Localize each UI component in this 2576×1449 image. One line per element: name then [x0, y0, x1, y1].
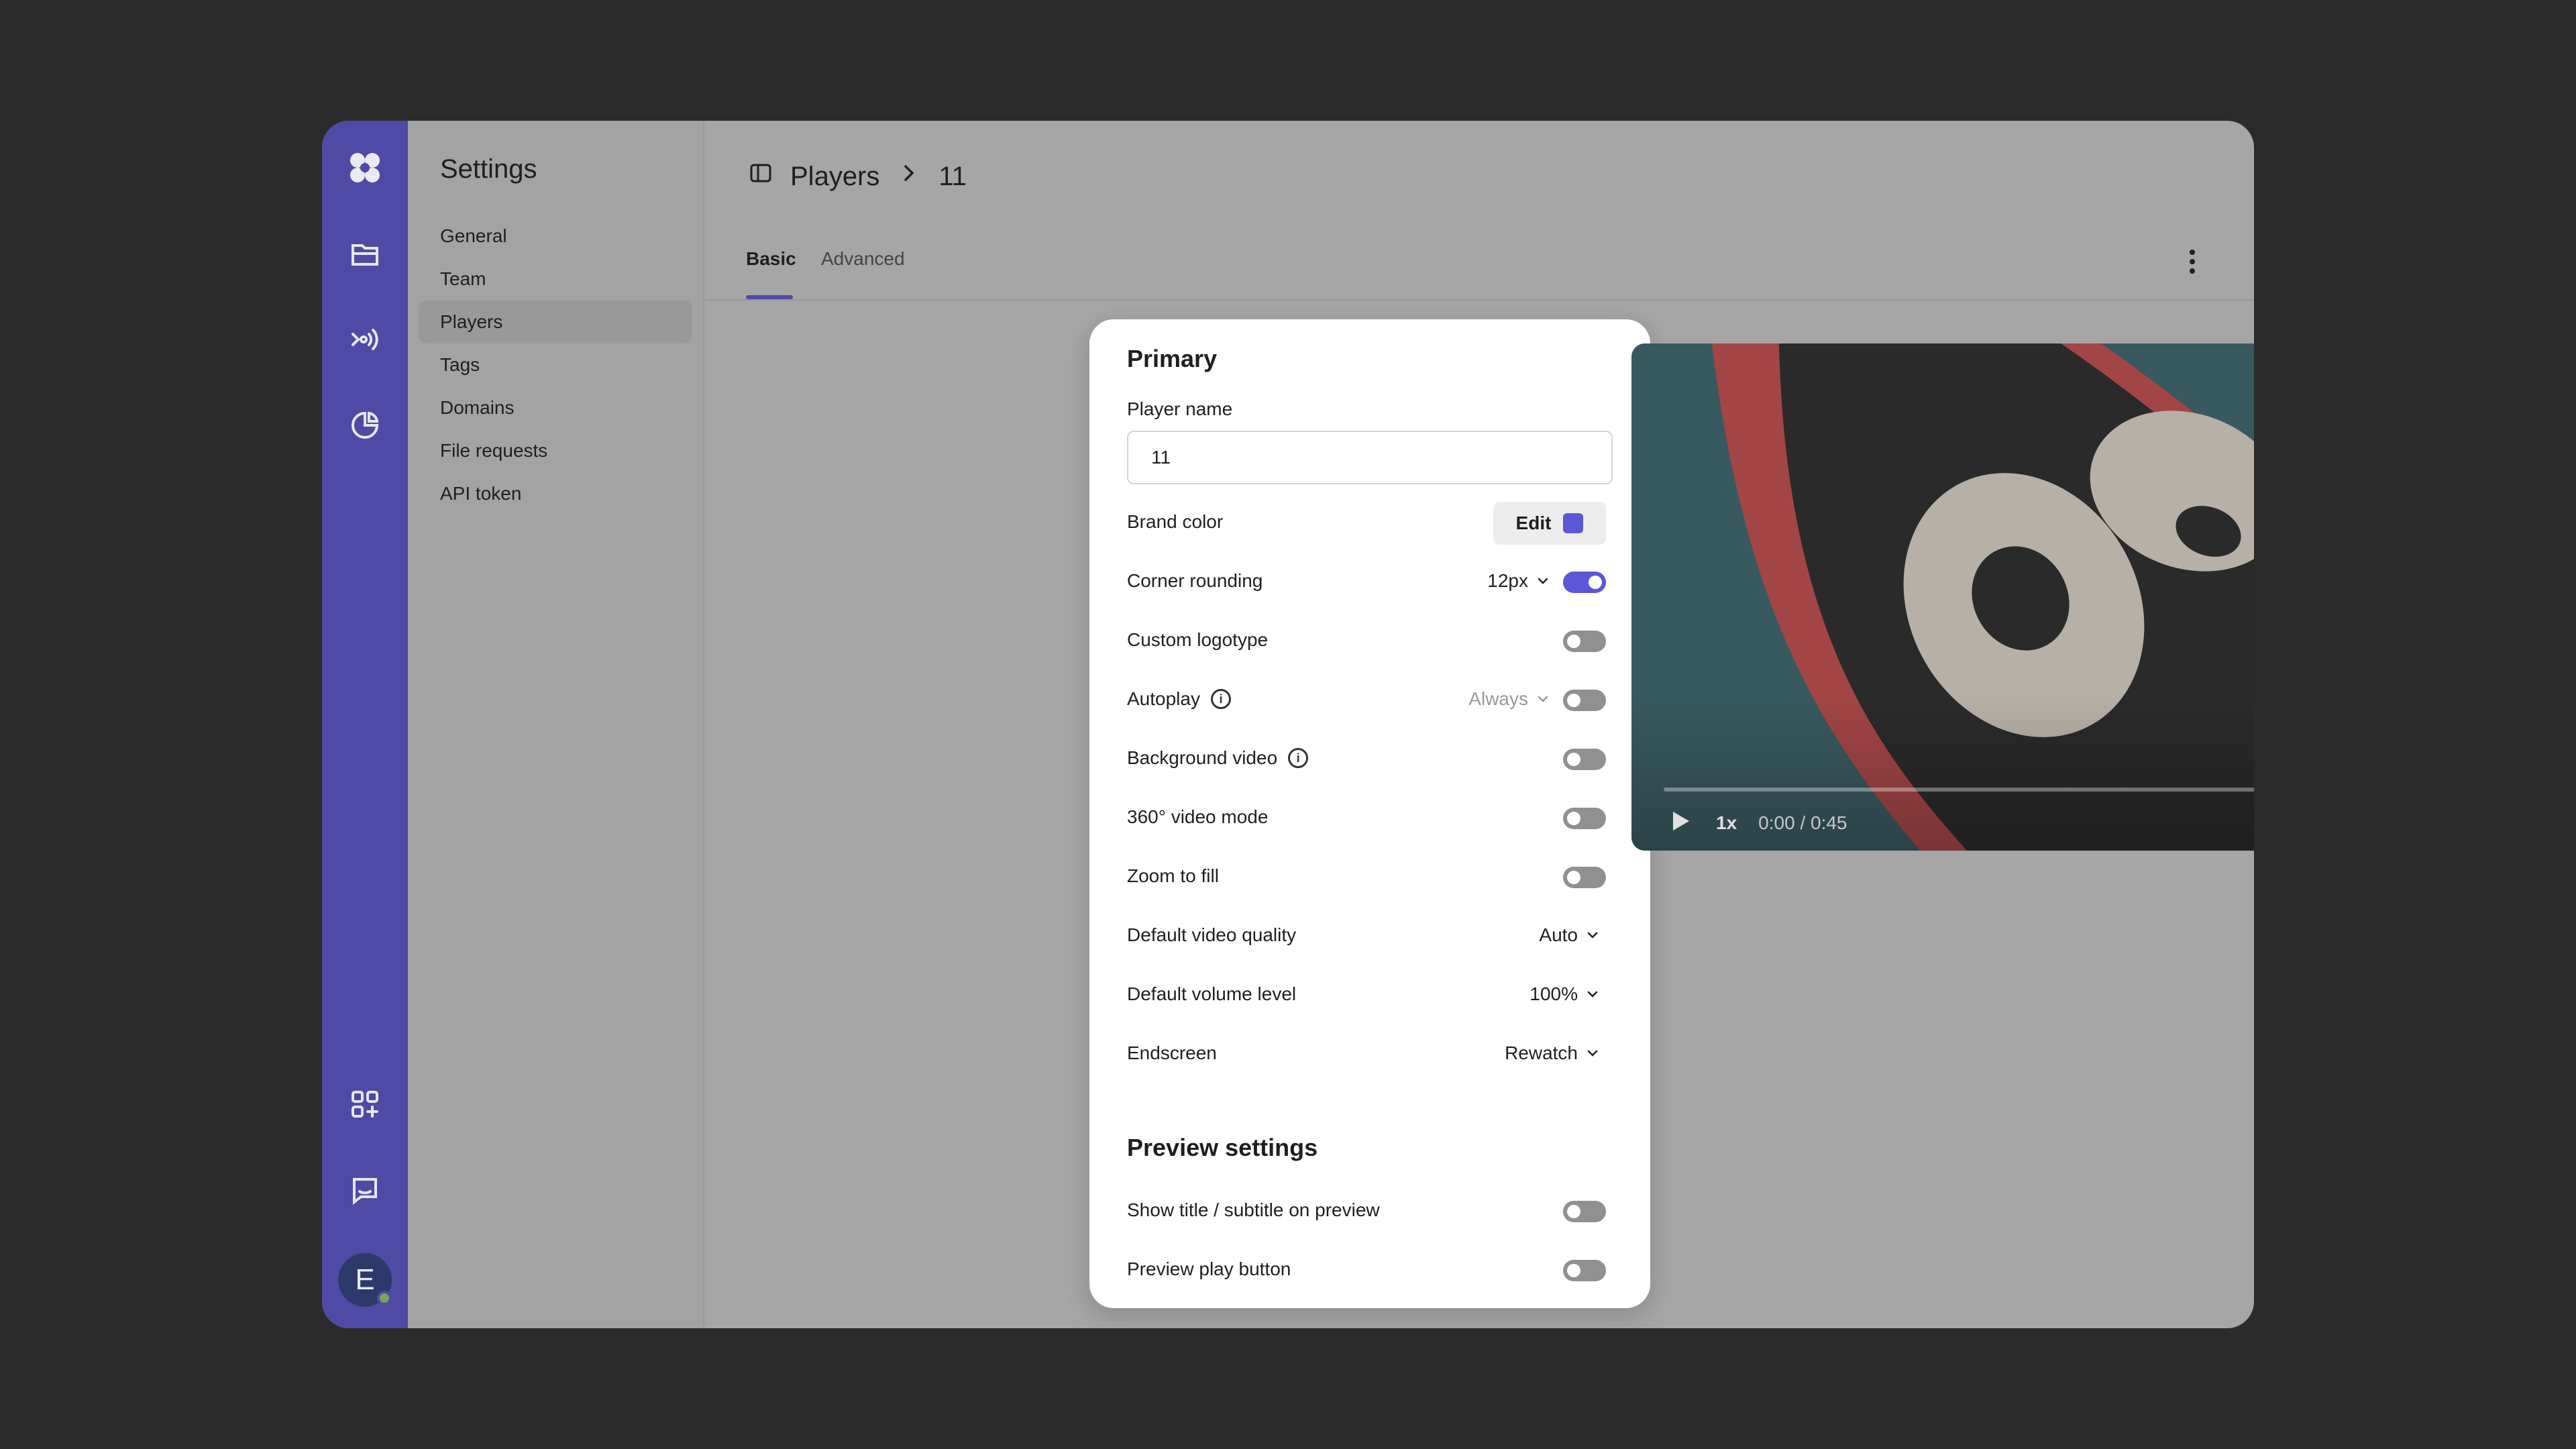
autoplay-label: Autoplay	[1127, 688, 1200, 709]
more-options-icon[interactable]	[2184, 241, 2200, 282]
brand-color-label: Brand color	[1127, 511, 1224, 532]
video-preview[interactable]: 1x 0:00 / 0:45 HD	[1631, 343, 2254, 851]
chevron-down-icon	[1538, 578, 1548, 584]
corner-rounding-label: Corner rounding	[1127, 570, 1263, 591]
tab-bar	[703, 241, 2254, 301]
background-video-label: Background video	[1127, 747, 1278, 768]
breadcrumb-current: 11	[938, 161, 967, 191]
default-quality-label: Default video quality	[1127, 924, 1297, 945]
chevron-down-icon	[1587, 932, 1598, 938]
default-quality-value: Auto	[1539, 924, 1578, 945]
endscreen-value: Rewatch	[1505, 1042, 1578, 1063]
tab-basic[interactable]: Basic	[746, 248, 796, 270]
default-quality-select[interactable]: Auto	[1539, 924, 1599, 946]
settings-panel: Primary Player name 11 Brand color Edit …	[1089, 319, 1650, 1308]
sidebar-item-players[interactable]: Players	[419, 301, 692, 343]
chevron-down-icon	[1587, 991, 1598, 998]
edit-button-label: Edit	[1515, 513, 1552, 533]
broadcast-icon[interactable]	[345, 319, 385, 360]
preview-play-label: Preview play button	[1127, 1258, 1291, 1279]
sidebar-title: Settings	[440, 154, 537, 184]
brand-color-edit-button[interactable]: Edit	[1493, 502, 1606, 545]
autoplay-select[interactable]: Always	[1468, 688, 1550, 710]
corner-rounding-select[interactable]: 12px	[1487, 570, 1550, 592]
video-frame-illustration	[1631, 343, 2254, 851]
default-volume-select[interactable]: 100%	[1529, 983, 1599, 1005]
sidebar-item-tags[interactable]: Tags	[419, 343, 692, 386]
chevron-down-icon	[1587, 1050, 1598, 1057]
brand-color-swatch	[1563, 513, 1584, 533]
chevron-down-icon	[1538, 696, 1548, 702]
avatar[interactable]: E	[338, 1253, 392, 1307]
preview-play-toggle[interactable]	[1563, 1260, 1606, 1281]
custom-logotype-label: Custom logotype	[1127, 629, 1269, 650]
video-progress-bar[interactable]	[1664, 788, 2254, 792]
background-video-label-row: Background video i	[1127, 747, 1309, 769]
app-window: E Settings General Team Players Tags Dom…	[322, 121, 2254, 1328]
autoplay-toggle[interactable]	[1563, 690, 1606, 711]
chevron-right-icon	[896, 160, 922, 193]
background-video-toggle[interactable]	[1563, 749, 1606, 770]
breadcrumb: Players 11	[747, 160, 967, 193]
sidebar-item-team[interactable]: Team	[419, 258, 692, 301]
app-rail: E	[322, 121, 408, 1328]
endscreen-select[interactable]: Rewatch	[1505, 1042, 1599, 1064]
zoom-to-fill-label: Zoom to fill	[1127, 865, 1219, 886]
primary-section-title: Primary	[1127, 345, 1218, 372]
autoplay-label-row: Autoplay i	[1127, 688, 1231, 710]
play-icon[interactable]	[1664, 805, 1696, 842]
corner-rounding-toggle[interactable]	[1563, 572, 1606, 593]
corner-rounding-value: 12px	[1487, 570, 1528, 591]
settings-sidebar: Settings General Team Players Tags Domai…	[408, 121, 704, 1328]
chat-icon[interactable]	[345, 1170, 385, 1210]
video-time: 0:00 / 0:45	[1758, 812, 1847, 833]
apps-icon[interactable]	[345, 1084, 385, 1124]
video-360-label: 360° video mode	[1127, 806, 1269, 827]
show-title-toggle[interactable]	[1563, 1201, 1606, 1222]
sidebar-item-api-token[interactable]: API token	[419, 472, 692, 515]
show-title-label: Show title / subtitle on preview	[1127, 1199, 1380, 1220]
autoplay-value: Always	[1468, 688, 1528, 709]
tab-advanced[interactable]: Advanced	[821, 248, 905, 270]
player-name-label: Player name	[1127, 398, 1233, 419]
video-controls: 1x 0:00 / 0:45 HD	[1664, 806, 2254, 840]
active-tab-indicator	[746, 295, 793, 299]
avatar-letter: E	[355, 1263, 375, 1296]
analytics-icon[interactable]	[345, 405, 385, 445]
video-360-toggle[interactable]	[1563, 808, 1606, 829]
playback-speed[interactable]: 1x	[1716, 812, 1737, 834]
default-volume-label: Default volume level	[1127, 983, 1297, 1004]
preview-section-title: Preview settings	[1127, 1134, 1318, 1161]
breadcrumb-players[interactable]: Players	[790, 162, 879, 192]
info-icon[interactable]: i	[1288, 748, 1309, 768]
custom-logotype-toggle[interactable]	[1563, 631, 1606, 652]
sidebar-item-general[interactable]: General	[419, 215, 692, 258]
player-name-input[interactable]: 11	[1127, 431, 1613, 484]
default-volume-value: 100%	[1529, 983, 1578, 1004]
sidebar-toggle-icon[interactable]	[747, 160, 774, 193]
sidebar-item-domains[interactable]: Domains	[419, 386, 692, 429]
logo-icon[interactable]	[345, 148, 385, 188]
endscreen-label: Endscreen	[1127, 1042, 1217, 1063]
library-icon[interactable]	[345, 233, 385, 274]
main-area: Players 11 Basic Advanced Primary Player…	[703, 121, 2254, 1328]
sidebar-item-file-requests[interactable]: File requests	[419, 429, 692, 472]
online-status-dot	[377, 1291, 392, 1305]
zoom-to-fill-toggle[interactable]	[1563, 867, 1606, 888]
info-icon[interactable]: i	[1210, 689, 1231, 709]
